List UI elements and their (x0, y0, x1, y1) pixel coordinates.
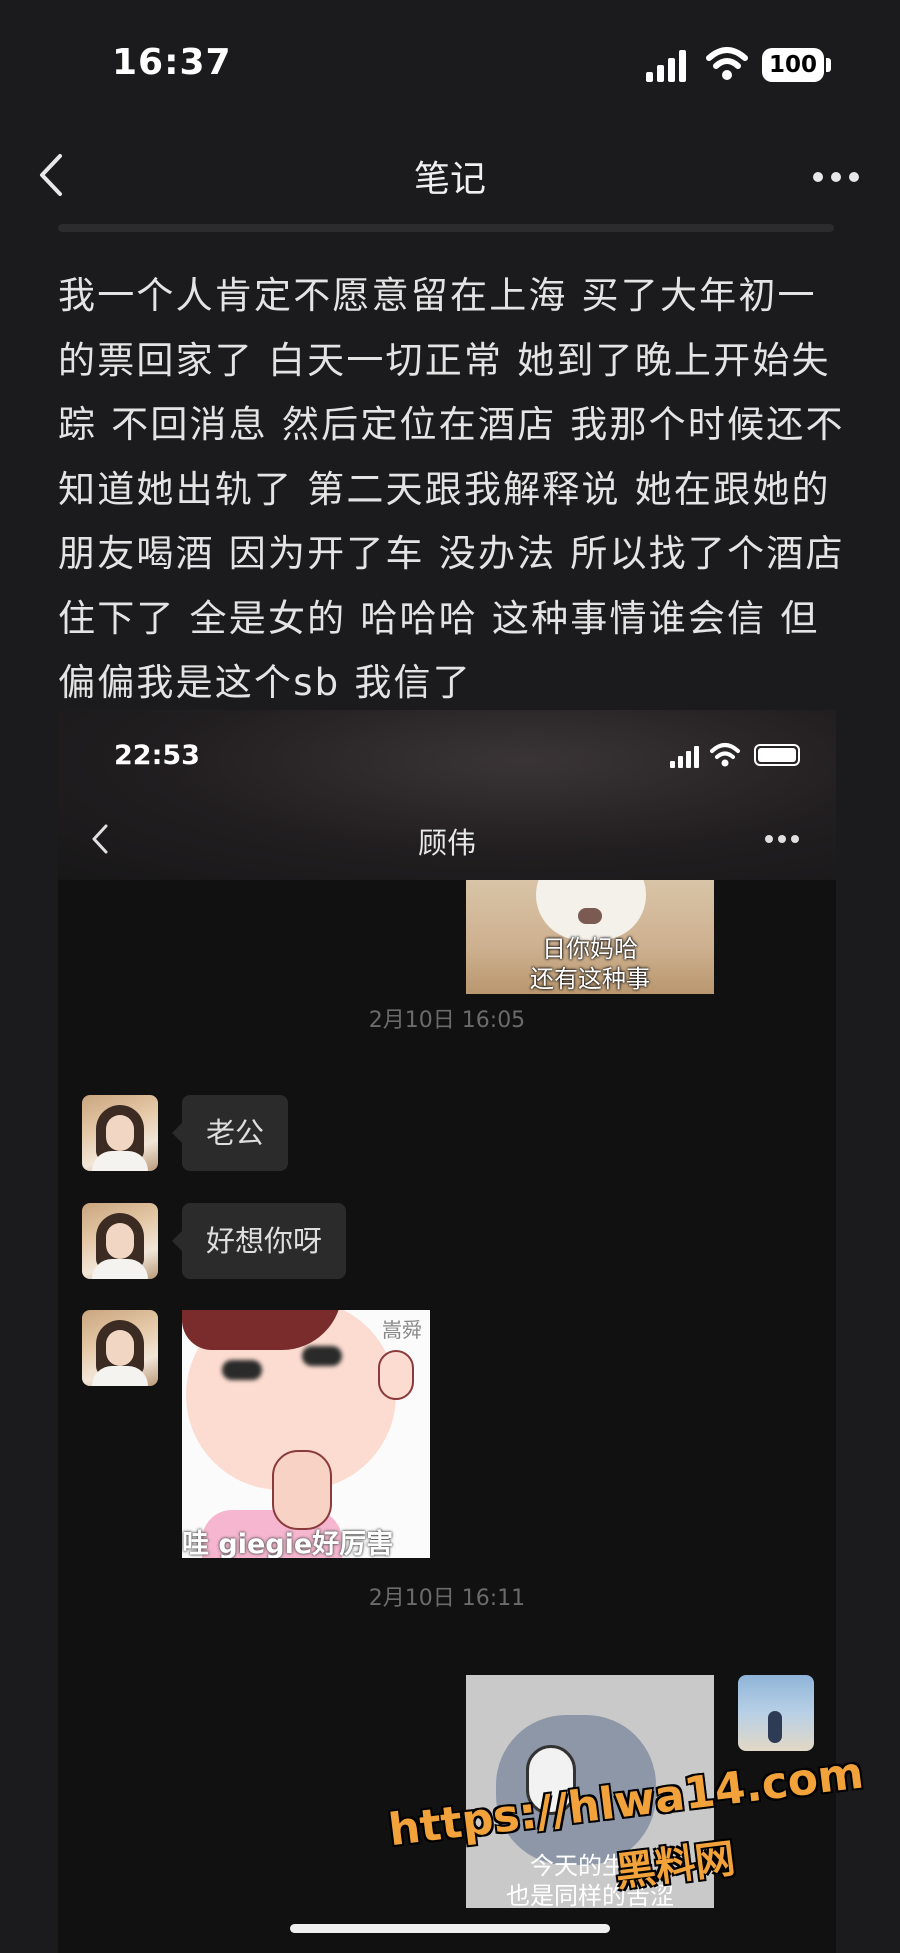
sticker-corner-text: 嵩舜 (382, 1318, 422, 1342)
top-nav: 笔记 (0, 130, 900, 226)
more-dots-icon[interactable] (812, 170, 860, 184)
sticker-boy: 嵩舜 哇 giegie好厉害 (182, 1310, 430, 1558)
embedded-status-time: 22:53 (114, 740, 200, 771)
chat-timestamp: 2月10日 16:11 (368, 1586, 526, 1611)
battery-icon (754, 744, 800, 766)
embedded-header: 22:53 顾伟 (58, 710, 836, 880)
cellular-signal-icon (646, 50, 686, 82)
wifi-icon (706, 47, 748, 80)
sticker-cat-caption: 日你妈哈 还有这种事 (530, 935, 650, 993)
message-bubble: 老公 (171, 1095, 289, 1171)
page-title: 笔记 (413, 159, 486, 200)
avatar (738, 1675, 814, 1751)
message-bubble: 好想你呀 (171, 1203, 347, 1279)
chat-timestamp: 2月10日 16:05 (368, 1008, 526, 1033)
note-body-text: 我一个人肯定不愿意留在上海 买了大年初一的票回家了 白天一切正常 她到了晚上开始… (58, 274, 845, 704)
home-indicator[interactable] (290, 1924, 610, 1933)
divider (58, 224, 834, 232)
avatar (82, 1095, 158, 1171)
wifi-icon (710, 743, 740, 767)
cellular-signal-icon (670, 746, 699, 768)
avatar (82, 1203, 158, 1279)
sticker-boy-caption: 哇 giegie好厉害 (182, 1529, 394, 1558)
battery-indicator: 100 (762, 48, 824, 82)
battery-tip (826, 58, 831, 72)
sticker-cat: 日你妈哈 还有这种事 (466, 880, 714, 994)
status-bar: 16:37 100 (0, 0, 900, 130)
chat-contact-name: 顾伟 (417, 826, 476, 860)
watermark-name: 黑料网 (613, 1835, 738, 1897)
status-time: 16:37 (112, 42, 232, 83)
more-dots-icon (765, 835, 799, 843)
avatar (82, 1310, 158, 1386)
